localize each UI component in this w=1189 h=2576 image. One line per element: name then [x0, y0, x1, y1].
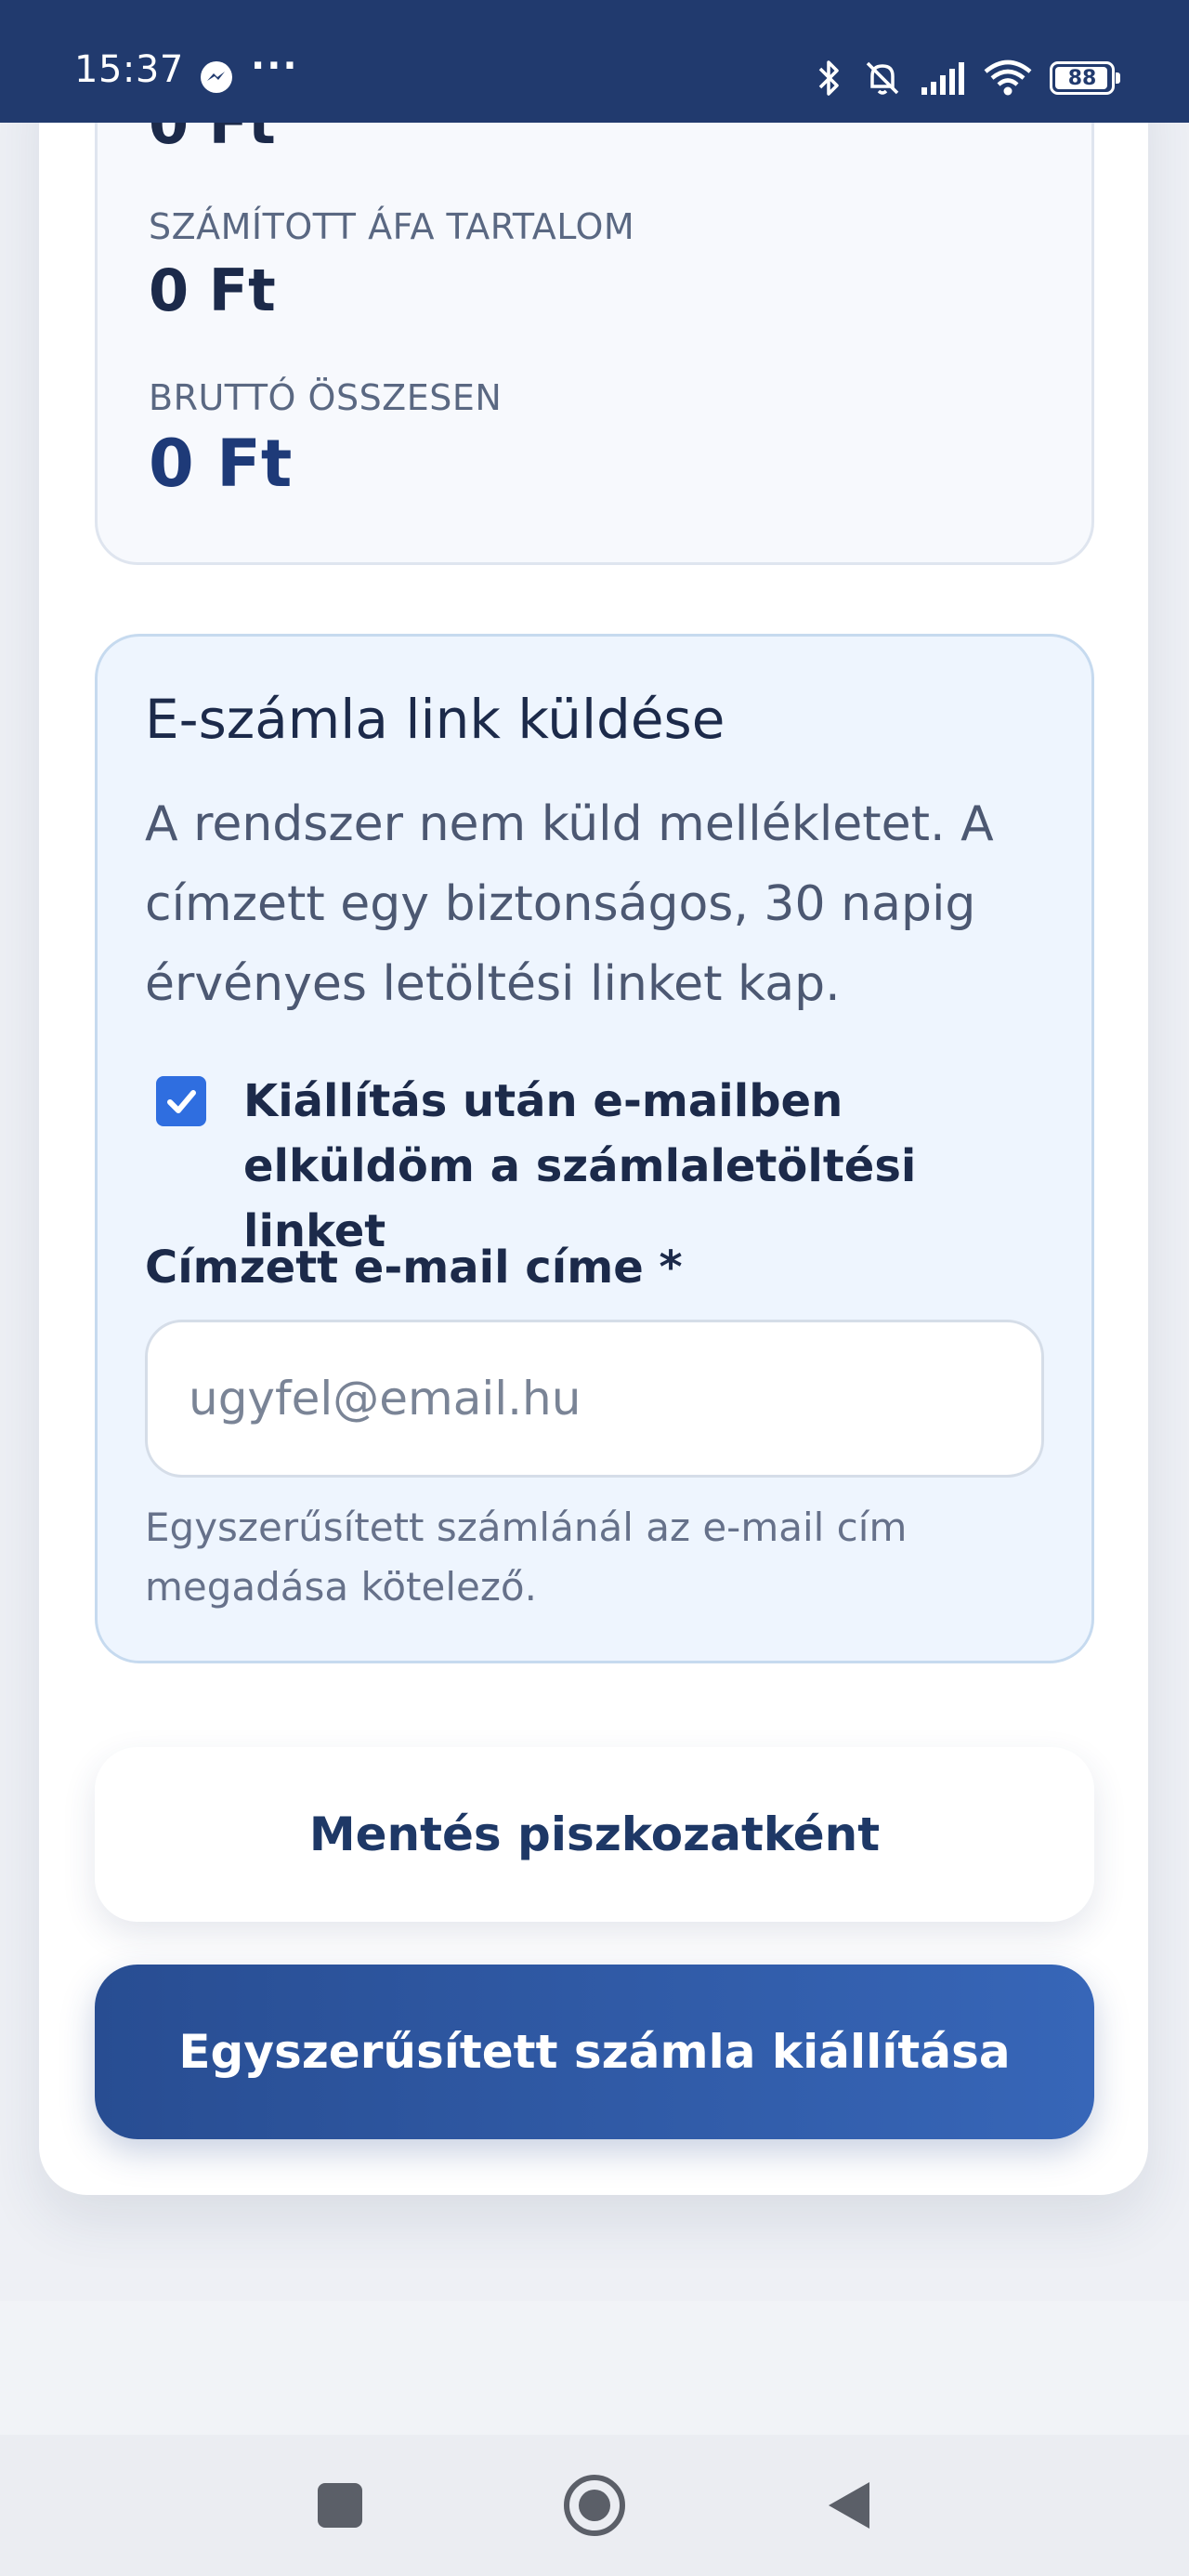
- checkmark-icon: [167, 1090, 196, 1113]
- system-navigation-bar: [0, 2435, 1189, 2576]
- signal-icon: [921, 62, 964, 95]
- more-notifications-icon: ···: [251, 45, 299, 87]
- status-bar: 15:37 ··· 88: [0, 0, 1189, 123]
- einvoice-title: E-számla link küldése: [145, 688, 725, 751]
- gross-total-value: 0 Ft: [149, 426, 293, 502]
- messenger-icon: [201, 61, 232, 93]
- square-recents-icon[interactable]: [284, 2435, 396, 2576]
- save-draft-button[interactable]: Mentés piszkozatként: [95, 1747, 1094, 1922]
- recipient-email-hint: Egyszerűsített számlánál az e-mail cím m…: [145, 1505, 908, 1610]
- vat-value: 0 Ft: [149, 256, 276, 324]
- page-bottom-area: [0, 2301, 1189, 2435]
- recipient-email-input[interactable]: [145, 1320, 1044, 1478]
- send-link-checkbox-label[interactable]: Kiállítás után e-mailben elküldöm a szám…: [243, 1069, 1042, 1264]
- issue-simplified-invoice-button[interactable]: Egyszerűsített számla kiállítása: [95, 1965, 1094, 2139]
- bluetooth-icon: [818, 60, 839, 96]
- recipient-email-label: Címzett e-mail címe *: [145, 1242, 683, 1294]
- battery-level: 88: [1067, 66, 1097, 90]
- wifi-icon: [984, 59, 1032, 96]
- silent-bell-icon: [866, 61, 899, 95]
- send-link-checkbox[interactable]: [156, 1076, 206, 1126]
- gross-total-label: BRUTTÓ ÖSSZESEN: [149, 377, 503, 418]
- vat-label: SZÁMÍTOTT ÁFA TARTALOM: [149, 206, 635, 247]
- battery-icon: 88: [1050, 61, 1120, 95]
- triangle-back-icon[interactable]: [793, 2435, 905, 2576]
- einvoice-description: A rendszer nem küld mellékletet. A címze…: [145, 796, 994, 1012]
- status-time: 15:37: [74, 48, 184, 91]
- circle-home-icon[interactable]: [539, 2435, 650, 2576]
